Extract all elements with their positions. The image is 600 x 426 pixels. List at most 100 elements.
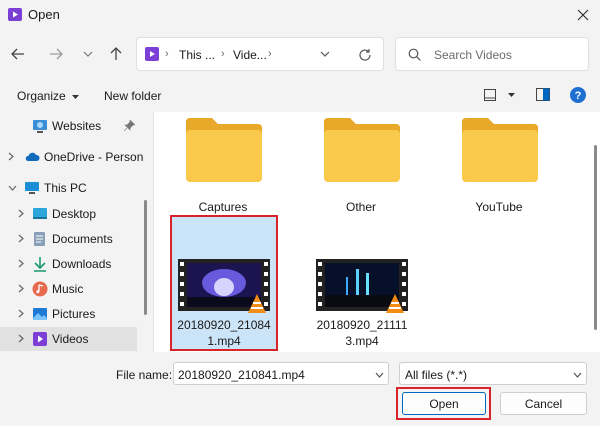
videos-icon <box>145 47 159 61</box>
chevron-down-icon <box>573 372 582 378</box>
breadcrumb-separator-icon: › <box>268 48 272 60</box>
folder-icon <box>324 118 400 182</box>
sidebar-item-downloads[interactable]: Downloads <box>0 252 140 276</box>
sidebar-scrollbar[interactable] <box>144 200 147 315</box>
desktop-icon <box>33 208 47 219</box>
window-title: Open <box>28 7 60 22</box>
folder-item[interactable]: Captures <box>178 112 268 222</box>
cancel-button-label: Cancel <box>524 396 563 411</box>
sidebar-item-pictures[interactable]: Pictures <box>0 302 140 326</box>
folder-item[interactable]: Other <box>316 112 406 222</box>
organize-label: Organize <box>17 89 66 103</box>
view-mode-icon[interactable] <box>484 89 496 101</box>
videos-app-icon <box>8 8 22 21</box>
help-icon[interactable]: ? <box>570 87 586 103</box>
sidebar-item-music[interactable]: Music <box>0 277 140 301</box>
videos-icon <box>33 332 47 346</box>
forward-button[interactable] <box>44 42 68 66</box>
breadcrumb-separator-icon: › <box>221 48 225 60</box>
file-label: 20180920_21084 1.mp4 <box>170 317 278 349</box>
sidebar-item-label: Videos <box>52 332 89 346</box>
pictures-icon <box>33 308 47 320</box>
sidebar-item-websites[interactable]: Websites <box>0 114 140 138</box>
svg-text:?: ? <box>575 90 582 102</box>
address-history-chevron-icon[interactable] <box>320 51 330 57</box>
sidebar-item-label: Desktop <box>52 207 97 221</box>
sidebar-item-this-pc[interactable]: This PC <box>0 176 140 200</box>
toolbar: Organize New folder ? <box>0 80 600 112</box>
chevron-right-icon[interactable] <box>18 209 24 218</box>
chevron-down-icon[interactable] <box>375 372 384 378</box>
close-button[interactable] <box>566 0 600 30</box>
pin-icon <box>124 120 135 131</box>
sidebar-item-desktop[interactable]: Desktop <box>0 202 140 226</box>
back-button[interactable] <box>6 42 30 66</box>
chevron-right-icon[interactable] <box>18 234 24 243</box>
search-box[interactable]: Search Videos <box>395 37 589 71</box>
file-name-input[interactable]: 20180920_210841.mp4 <box>173 362 389 385</box>
chevron-right-icon[interactable] <box>8 152 14 161</box>
breadcrumb-separator-icon: › <box>165 48 169 60</box>
sidebar-item-label: Music <box>52 282 84 296</box>
folder-label: Captures <box>198 200 248 214</box>
file-name-label: File name: <box>116 368 173 382</box>
search-placeholder: Search Videos <box>434 48 512 62</box>
download-icon <box>34 257 46 272</box>
file-name-line-2: 1.mp4 <box>207 334 241 348</box>
up-button[interactable] <box>104 42 128 66</box>
breadcrumb-videos[interactable]: Vide... <box>233 48 267 62</box>
file-item[interactable]: 20180920_21111 3.mp4 <box>308 215 416 351</box>
sidebar-item-documents[interactable]: Documents <box>0 227 140 251</box>
file-type-value: All files (*.*) <box>405 368 468 382</box>
sidebar-item-label: Pictures <box>52 307 96 321</box>
file-type-select[interactable]: All files (*.*) <box>399 362 587 385</box>
cancel-button[interactable]: Cancel <box>500 392 587 415</box>
view-options-caret-icon[interactable] <box>508 93 515 97</box>
globe-icon <box>33 120 47 133</box>
sidebar-item-label: Websites <box>52 119 102 133</box>
music-icon <box>32 281 48 297</box>
file-name-line-1: 20180920_21111 <box>316 318 408 332</box>
navigation-pane: Websites OneDrive - Person This PC Deskt… <box>0 112 153 352</box>
cloud-icon <box>25 152 40 161</box>
sidebar-item-onedrive[interactable]: OneDrive - Person <box>0 145 143 169</box>
arrow-up-icon <box>110 47 122 60</box>
chevron-down-icon[interactable] <box>8 185 17 191</box>
arrow-right-icon <box>50 48 63 60</box>
dropdown-caret-icon <box>72 94 80 99</box>
sidebar-item-label: This PC <box>44 181 87 195</box>
close-icon <box>577 9 589 21</box>
documents-icon <box>34 232 45 246</box>
folder-icon <box>186 118 262 182</box>
recent-locations-button[interactable] <box>76 42 100 66</box>
refresh-icon[interactable] <box>358 48 372 62</box>
file-item-selected[interactable]: 20180920_21084 1.mp4 <box>170 215 278 351</box>
chevron-right-icon[interactable] <box>18 309 24 318</box>
file-name-value: 20180920_210841.mp4 <box>178 368 305 382</box>
chevron-right-icon[interactable] <box>18 284 24 293</box>
folder-label: YouTube <box>475 200 523 214</box>
address-bar[interactable]: › This ... › Vide... › <box>136 37 384 71</box>
new-folder-button[interactable]: New folder <box>104 89 161 103</box>
sidebar-item-label: Documents <box>52 232 113 246</box>
title-bar: Open <box>0 0 600 30</box>
chevron-down-icon <box>83 51 93 57</box>
file-label: 20180920_21111 3.mp4 <box>308 317 416 349</box>
search-icon <box>408 48 421 61</box>
open-button[interactable]: Open <box>402 392 486 415</box>
chevron-right-icon[interactable] <box>18 334 24 343</box>
breadcrumb-this-pc[interactable]: This ... <box>179 48 215 62</box>
folder-label: Other <box>345 200 376 214</box>
preview-pane-icon[interactable] <box>536 88 550 101</box>
chevron-right-icon[interactable] <box>18 259 24 268</box>
organize-button[interactable]: Organize <box>17 89 80 103</box>
sidebar-item-videos[interactable]: Videos <box>0 327 137 351</box>
file-name-line-1: 20180920_21084 <box>177 318 271 332</box>
file-list: Captures Other YouTube 20180920_21084 1.… <box>153 112 600 352</box>
content-scrollbar[interactable] <box>594 145 597 330</box>
vlc-cone-icon <box>248 294 266 313</box>
folder-item[interactable]: YouTube <box>454 112 544 222</box>
bottom-panel: File name: 20180920_210841.mp4 All files… <box>0 352 600 426</box>
file-name-line-2: 3.mp4 <box>345 334 379 348</box>
monitor-icon <box>25 182 39 194</box>
